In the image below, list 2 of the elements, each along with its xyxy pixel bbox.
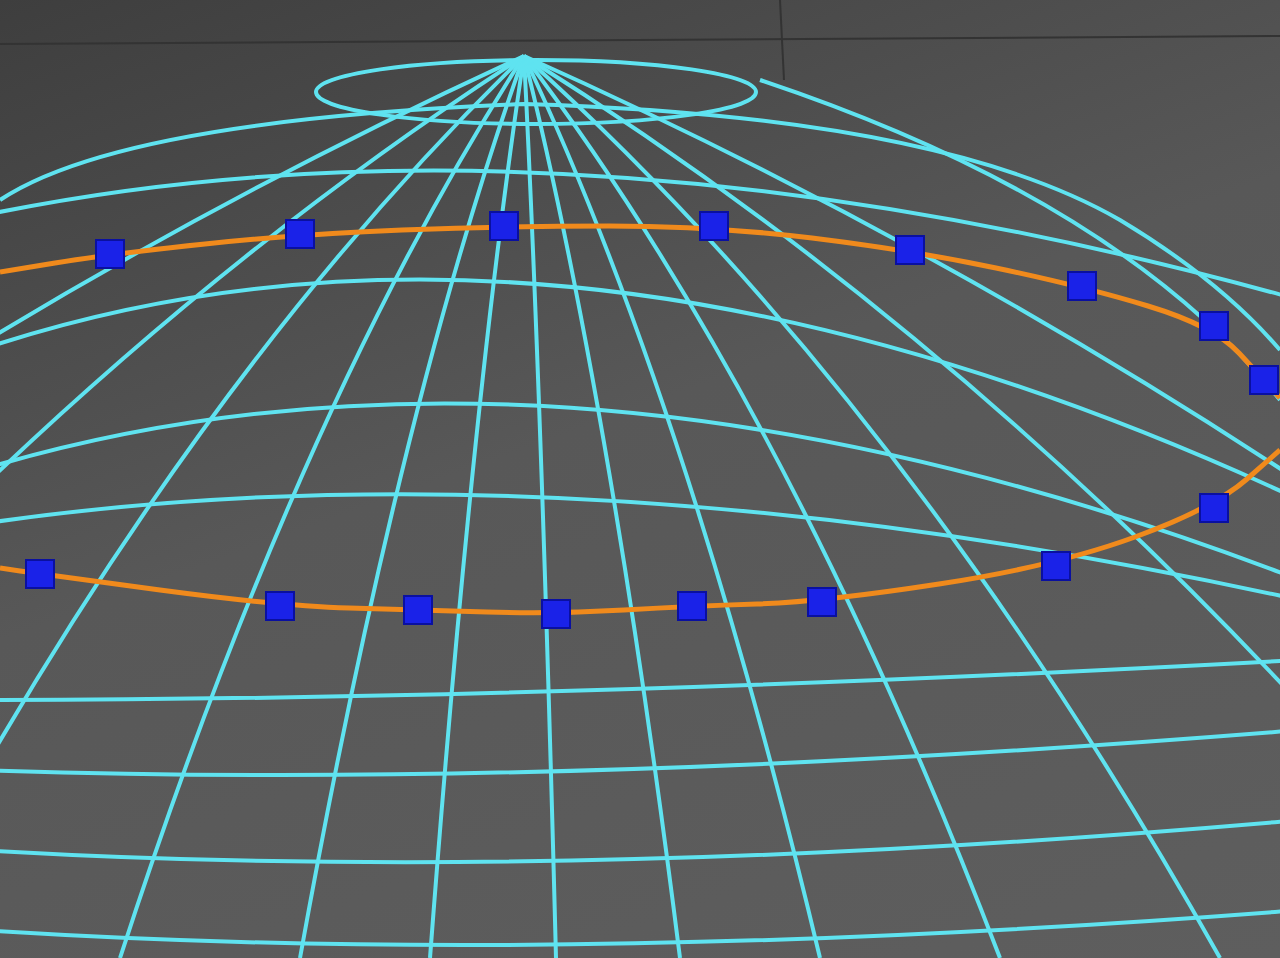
edge-loop[interactable] bbox=[0, 211, 1280, 400]
edge-loop[interactable] bbox=[0, 448, 1280, 629]
